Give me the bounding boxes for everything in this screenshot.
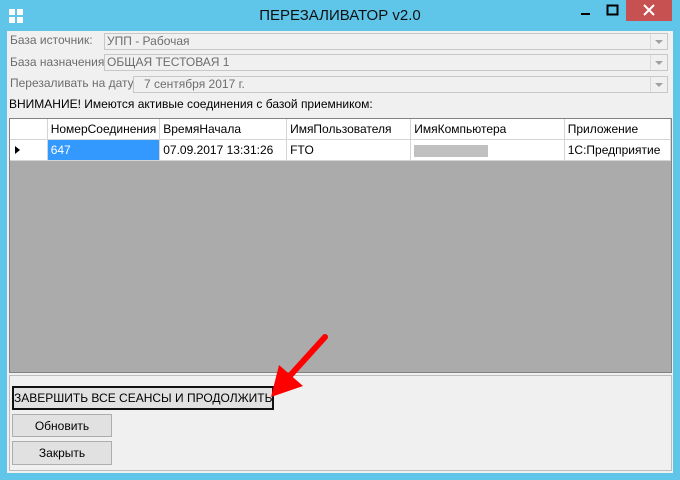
title-bar[interactable]: ПЕРЕЗАЛИВАТОР v2.0 [0, 0, 680, 32]
cell-application[interactable]: 1С:Предприятие [564, 139, 671, 161]
terminate-sessions-button[interactable]: ЗАВЕРШИТЬ ВСЕ СЕАНСЫ И ПРОДОЛЖИТЬ [12, 386, 274, 410]
minimize-icon [581, 13, 590, 15]
table-header-row: НомерСоединения ВремяНачала ИмяПользоват… [10, 119, 671, 140]
maximize-icon [606, 4, 619, 16]
close-button[interactable]: Закрыть [12, 441, 112, 465]
row-header-corner [10, 119, 48, 140]
source-db-value: УПП - Рабочая [107, 34, 190, 48]
application-window: ПЕРЕЗАЛИВАТОР v2.0 База источник: УПП - … [0, 0, 680, 480]
form-client-area: База источник: УПП - Рабочая База назнач… [7, 31, 673, 473]
chevron-down-icon[interactable] [650, 77, 667, 92]
close-icon [643, 4, 655, 16]
column-header-user[interactable]: ИмяПользователя [286, 119, 412, 140]
target-db-value: ОБЩАЯ ТЕСТОВАЯ 1 [107, 55, 230, 69]
redacted-value [414, 144, 489, 157]
row-header[interactable] [10, 139, 48, 161]
chevron-down-icon[interactable] [650, 34, 667, 49]
connections-table: НомерСоединения ВремяНачала ИмяПользоват… [10, 119, 671, 161]
maximize-button[interactable] [599, 0, 626, 21]
column-header-connection[interactable]: НомерСоединения [47, 119, 161, 140]
target-db-combo[interactable]: ОБЩАЯ ТЕСТОВАЯ 1 [104, 54, 668, 71]
date-value: 7 сентября 2017 г. [144, 77, 245, 91]
cell-start-time[interactable]: 07.09.2017 13:31:26 [159, 139, 288, 161]
source-db-label: База источник: [10, 33, 93, 47]
column-header-start-time[interactable]: ВремяНачала [159, 119, 288, 140]
refresh-button[interactable]: Обновить [12, 414, 112, 437]
column-header-application[interactable]: Приложение [564, 119, 671, 140]
target-db-label: База назначения: [10, 55, 108, 69]
chevron-down-icon[interactable] [650, 55, 667, 70]
table-row[interactable]: 647 07.09.2017 13:31:26 FTO 1С:Предприят… [10, 139, 671, 161]
warning-text: ВНИМАНИЕ! Имеются активые соединения с б… [9, 97, 373, 111]
close-window-button[interactable] [626, 0, 672, 21]
column-header-computer[interactable]: ИмяКомпьютера [410, 119, 565, 140]
cell-computer[interactable] [410, 139, 565, 161]
date-label: Перезаливать на дату: [10, 76, 138, 90]
date-picker[interactable]: 7 сентября 2017 г. [133, 76, 668, 93]
red-arrow-icon [271, 334, 328, 397]
current-row-icon [15, 146, 20, 154]
minimize-button[interactable] [572, 0, 599, 21]
source-db-combo[interactable]: УПП - Рабочая [104, 33, 668, 50]
cell-connection[interactable]: 647 [47, 139, 161, 161]
cell-user[interactable]: FTO [286, 139, 412, 161]
